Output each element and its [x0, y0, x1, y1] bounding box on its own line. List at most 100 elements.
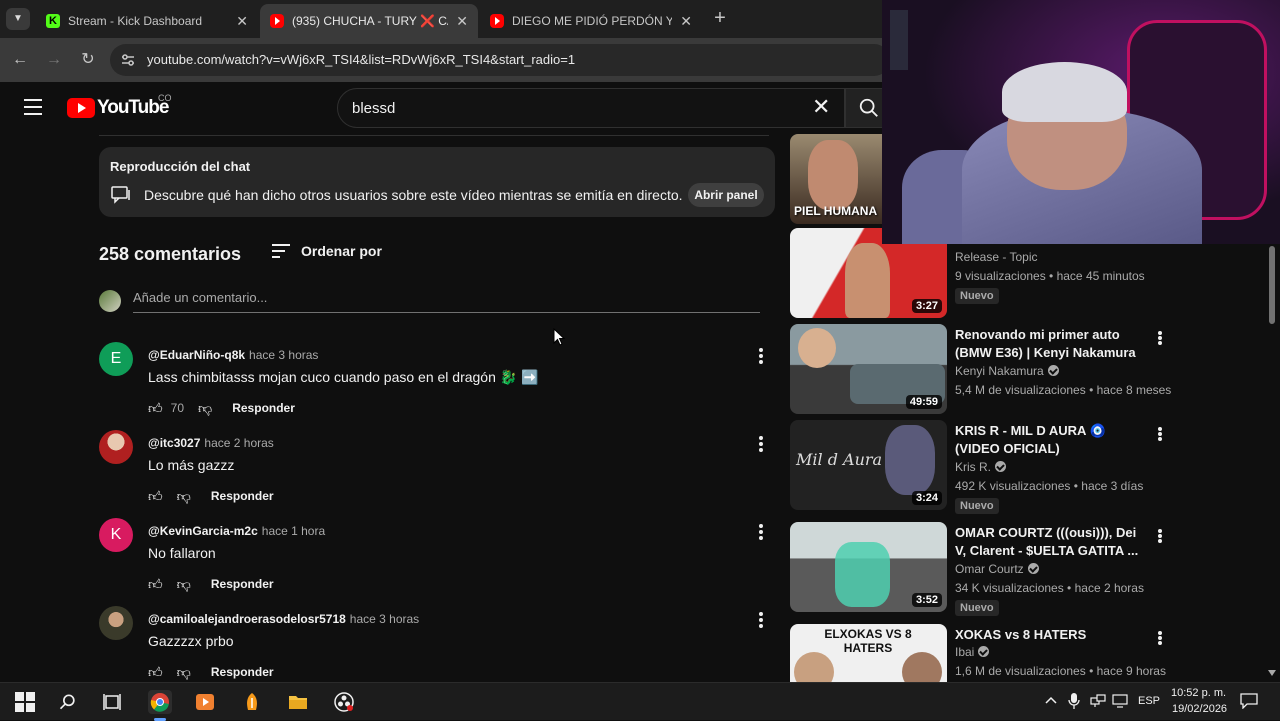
reload-button[interactable]: ↻: [76, 48, 100, 72]
reply-button[interactable]: Responder: [232, 401, 295, 415]
address-bar[interactable]: youtube.com/watch?v=vWj6xR_TSI4&list=RDv…: [110, 44, 890, 76]
display-icon[interactable]: [1112, 694, 1128, 708]
youtube-play-icon: [67, 98, 95, 118]
menu-icon[interactable]: [24, 99, 42, 115]
video-channel[interactable]: Release - Topic: [955, 250, 1038, 264]
recommended-video[interactable]: Mil d Aura 3:24 KRIS R - MIL D AURA 🧿 (V…: [790, 420, 1170, 514]
more-actions-icon[interactable]: [1156, 630, 1164, 648]
reply-button[interactable]: Responder: [211, 489, 274, 503]
more-actions-icon[interactable]: [753, 610, 769, 634]
comment-author[interactable]: @camiloalejandroerasodelosr5718 hace 3 ho…: [148, 612, 419, 626]
comment-handle[interactable]: @KevinGarcia-m2c: [148, 524, 258, 538]
site-info-icon[interactable]: [120, 52, 136, 68]
video-title[interactable]: Renovando mi primer auto (BMW E36) | Ken…: [955, 326, 1150, 362]
like-icon[interactable]: 👍︎: [148, 576, 163, 593]
video-channel[interactable]: Kenyi Nakamura: [955, 364, 1059, 378]
video-thumbnail[interactable]: ELXOKAS VS 8 HATERS: [790, 624, 947, 682]
dislike-icon[interactable]: 👎︎: [177, 576, 191, 593]
video-channel[interactable]: Ibai: [955, 645, 990, 659]
task-view-icon[interactable]: [100, 690, 124, 714]
channel-name[interactable]: Omar Courtz: [955, 562, 1024, 576]
comment-author[interactable]: @KevinGarcia-m2c hace 1 hora: [148, 524, 325, 538]
media-player-icon[interactable]: [193, 690, 217, 714]
recommended-video[interactable]: ELXOKAS VS 8 HATERS XOKAS vs 8 HATERS Ib…: [790, 624, 1170, 682]
avatar[interactable]: K: [99, 518, 133, 552]
back-button[interactable]: ←: [8, 48, 32, 72]
video-thumbnail[interactable]: 3:52: [790, 522, 947, 612]
close-icon[interactable]: ✕: [236, 13, 248, 30]
like-icon[interactable]: 👍︎: [148, 488, 163, 505]
search-box[interactable]: blessd: [337, 88, 845, 128]
comment-time[interactable]: hace 3 horas: [350, 612, 419, 626]
sort-button[interactable]: Ordenar por: [272, 241, 382, 263]
forward-button[interactable]: →: [42, 48, 66, 72]
scroll-down-arrow[interactable]: [1268, 670, 1276, 676]
video-channel[interactable]: Kris R.: [955, 460, 1006, 474]
add-comment-input[interactable]: Añade un comentario...: [133, 289, 760, 313]
comment-author[interactable]: @EduarNiño-q8k hace 3 horas: [148, 348, 318, 362]
video-duration: 3:24: [911, 491, 942, 505]
recommended-video[interactable]: 49:59 Renovando mi primer auto (BMW E36)…: [790, 324, 1171, 414]
language-indicator[interactable]: ESP: [1138, 695, 1160, 707]
comment-time[interactable]: hace 1 hora: [262, 524, 325, 538]
comment-handle[interactable]: @EduarNiño-q8k: [148, 348, 245, 362]
video-channel[interactable]: Omar Courtz: [955, 562, 1039, 576]
clock-date[interactable]: 19/02/2026: [1172, 703, 1227, 715]
close-icon[interactable]: ✕: [680, 13, 692, 30]
new-tab-button[interactable]: +: [708, 6, 732, 30]
search-icon[interactable]: [56, 690, 80, 714]
comment-time[interactable]: hace 2 horas: [204, 436, 273, 450]
avatar[interactable]: E: [99, 342, 133, 376]
dislike-icon[interactable]: 👎︎: [198, 400, 212, 417]
show-hidden-icons-chevron[interactable]: [1044, 694, 1058, 708]
recommended-video[interactable]: 3:52 OMAR COURTZ (((ousi))), Dei V, Clar…: [790, 522, 1170, 616]
more-actions-icon[interactable]: [1156, 528, 1164, 546]
comment-handle[interactable]: @camiloalejandroerasodelosr5718: [148, 612, 346, 626]
more-actions-icon[interactable]: [1156, 330, 1164, 348]
microphone-icon[interactable]: [1068, 692, 1080, 710]
open-panel-button[interactable]: Abrir panel: [688, 183, 764, 207]
comment-author[interactable]: @itc3027 hace 2 horas: [148, 436, 274, 450]
page-scrollbar[interactable]: [1268, 244, 1276, 682]
dislike-icon[interactable]: 👎︎: [177, 664, 191, 681]
scrollbar-thumb[interactable]: [1269, 246, 1275, 324]
sort-icon: [272, 244, 290, 258]
close-icon[interactable]: ✕: [456, 13, 468, 30]
channel-name[interactable]: Ibai: [955, 645, 974, 659]
video-thumbnail[interactable]: Mil d Aura 3:24: [790, 420, 947, 510]
video-thumbnail[interactable]: 49:59: [790, 324, 947, 414]
reply-button[interactable]: Responder: [211, 665, 274, 679]
clock-time[interactable]: 10:52 p. m.: [1171, 687, 1226, 699]
more-actions-icon[interactable]: [753, 346, 769, 370]
tab-kick[interactable]: K Stream - Kick Dashboard ✕: [36, 4, 258, 38]
video-title[interactable]: OMAR COURTZ (((ousi))), Dei V, Clarent -…: [955, 524, 1150, 560]
tab-search-button[interactable]: ▼: [6, 8, 30, 30]
windows-start-icon[interactable]: [13, 690, 37, 714]
network-icon[interactable]: [1090, 694, 1106, 708]
obs-icon[interactable]: [332, 690, 356, 714]
fl-studio-icon[interactable]: [240, 690, 264, 714]
notifications-icon[interactable]: [1240, 693, 1258, 710]
search-input[interactable]: blessd: [352, 100, 395, 117]
chrome-icon[interactable]: [148, 690, 172, 721]
channel-name[interactable]: Kenyi Nakamura: [955, 364, 1044, 378]
tab-youtube-active[interactable]: (935) CHUCHA - TURY ❌ CARA ✕: [260, 4, 478, 38]
like-icon[interactable]: 👍︎: [148, 664, 163, 681]
video-title[interactable]: KRIS R - MIL D AURA 🧿 (VIDEO OFICIAL): [955, 422, 1150, 458]
more-actions-icon[interactable]: [753, 522, 769, 546]
reply-button[interactable]: Responder: [211, 577, 274, 591]
search-button[interactable]: [845, 88, 885, 128]
clear-search-icon[interactable]: ✕: [812, 96, 834, 118]
like-icon[interactable]: 👍︎: [148, 400, 163, 417]
video-title[interactable]: XOKAS vs 8 HATERS: [955, 626, 1150, 644]
comment-handle[interactable]: @itc3027: [148, 436, 200, 450]
file-explorer-icon[interactable]: [286, 690, 310, 714]
avatar[interactable]: [99, 430, 133, 464]
comment-time[interactable]: hace 3 horas: [249, 348, 318, 362]
channel-name[interactable]: Kris R.: [955, 460, 991, 474]
dislike-icon[interactable]: 👎︎: [177, 488, 191, 505]
avatar[interactable]: [99, 606, 133, 640]
more-actions-icon[interactable]: [1156, 426, 1164, 444]
more-actions-icon[interactable]: [753, 434, 769, 458]
tab-youtube-2[interactable]: DIEGO ME PIDIÓ PERDÓN Y AC ✕: [480, 4, 702, 38]
